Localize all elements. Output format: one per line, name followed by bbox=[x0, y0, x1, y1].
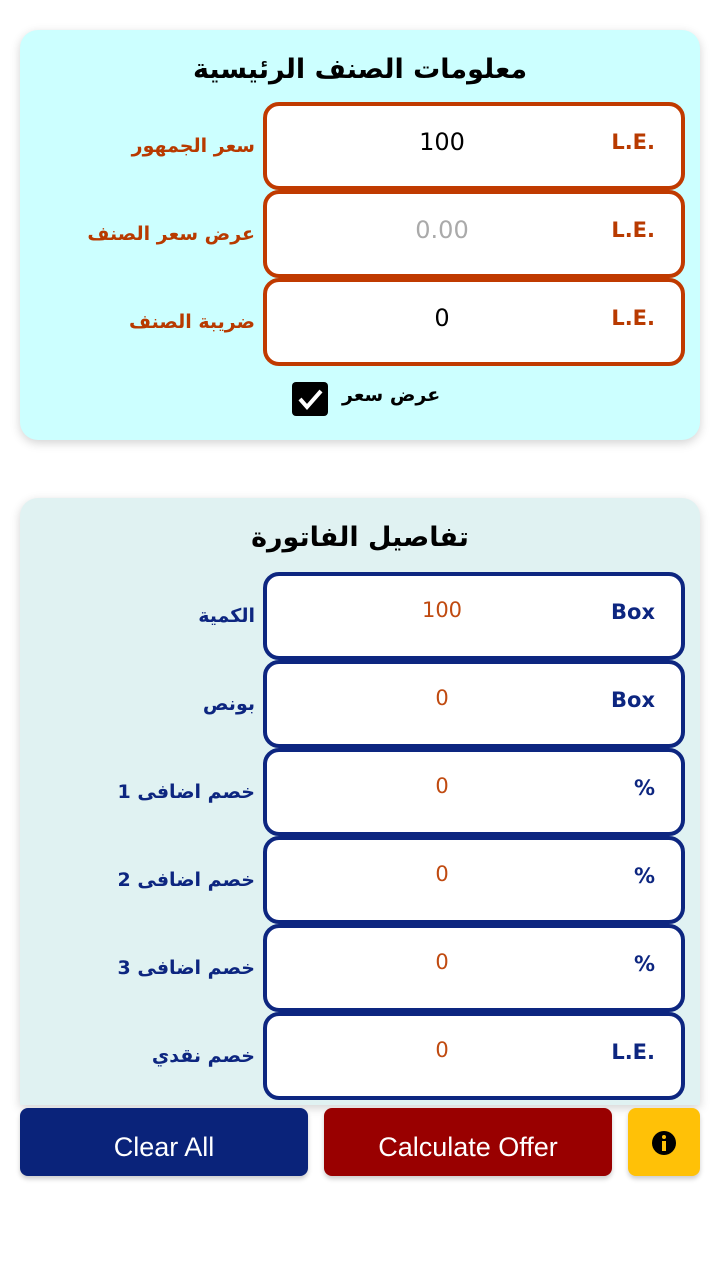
field-label: خصم اضافى 2 bbox=[117, 869, 255, 891]
field-input[interactable]: 0 L.E. bbox=[263, 1012, 685, 1100]
calculate-offer-button[interactable]: Calculate Offer bbox=[324, 1108, 612, 1176]
field-row: سعر الجمهور 100 L.E. bbox=[20, 102, 700, 190]
field-value: 0 bbox=[434, 304, 450, 332]
field-row: خصم اضافى 1 0% bbox=[20, 748, 700, 836]
field-unit: % bbox=[633, 776, 655, 800]
field-unit: % bbox=[633, 952, 655, 976]
field-row: بونص 0 Box bbox=[20, 660, 700, 748]
field-placeholder: 0.00 bbox=[415, 216, 469, 244]
field-input[interactable]: 0% bbox=[263, 836, 685, 924]
field-row: خصم اضافى 3 0% bbox=[20, 924, 700, 1012]
field-input[interactable]: 0 L.E. bbox=[263, 278, 685, 366]
info-icon bbox=[652, 1131, 676, 1155]
field-input[interactable]: 0 Box bbox=[263, 660, 685, 748]
show-price-checkbox[interactable] bbox=[292, 382, 328, 416]
field-input[interactable]: 100 Box bbox=[263, 572, 685, 660]
field-row: خصم اضافى 2 0% bbox=[20, 836, 700, 924]
field-value: 0 bbox=[435, 950, 449, 974]
clear-all-button[interactable]: Clear All bbox=[20, 1108, 308, 1176]
field-unit: L.E. bbox=[611, 218, 655, 242]
field-row: عرض سعر الصنف 0.00 L.E. bbox=[20, 190, 700, 278]
field-label: بونص bbox=[202, 693, 255, 715]
field-unit: L.E. bbox=[611, 130, 655, 154]
field-value: 100 bbox=[421, 598, 463, 622]
field-input[interactable]: 0.00 L.E. bbox=[263, 190, 685, 278]
field-row: خصم نقدي 0 L.E. bbox=[20, 1012, 700, 1100]
field-input[interactable]: 0% bbox=[263, 924, 685, 1012]
field-label: ضريبة الصنف bbox=[129, 311, 255, 333]
field-value: 100 bbox=[419, 128, 465, 156]
field-unit: Box bbox=[611, 688, 655, 712]
field-label: خصم اضافى 3 bbox=[117, 957, 255, 979]
field-input[interactable]: 0% bbox=[263, 748, 685, 836]
show-price-label: عرض سعر bbox=[342, 384, 441, 406]
field-unit: Box bbox=[611, 600, 655, 624]
field-label: الكمية bbox=[198, 605, 255, 627]
invoice-card: تفاصيل الفاتورة الكمية 100 Box بونص 0 Box خص… bbox=[20, 498, 700, 1105]
field-input[interactable]: 100 L.E. bbox=[263, 102, 685, 190]
field-label: سعر الجمهور bbox=[131, 135, 255, 157]
main-info-title: معلومات الصنف الرئيسية bbox=[192, 54, 528, 85]
check-icon bbox=[298, 389, 323, 411]
info-button[interactable] bbox=[628, 1108, 700, 1176]
field-value: 0 bbox=[435, 1038, 449, 1062]
field-label: خصم اضافى 1 bbox=[117, 781, 255, 803]
main-info-card: معلومات الصنف الرئيسية سعر الجمهور 100 L.… bbox=[20, 30, 700, 440]
field-label: خصم نقدي bbox=[151, 1045, 255, 1067]
field-label: عرض سعر الصنف bbox=[87, 223, 255, 245]
field-value: 0 bbox=[435, 862, 449, 886]
field-row: الكمية 100 Box bbox=[20, 572, 700, 660]
field-row: ضريبة الصنف 0 L.E. bbox=[20, 278, 700, 366]
field-unit: L.E. bbox=[611, 306, 655, 330]
field-unit: % bbox=[633, 864, 655, 888]
field-unit: L.E. bbox=[611, 1040, 655, 1064]
field-value: 0 bbox=[435, 774, 449, 798]
invoice-title: تفاصيل الفاتورة bbox=[251, 522, 469, 553]
field-value: 0 bbox=[435, 686, 449, 710]
